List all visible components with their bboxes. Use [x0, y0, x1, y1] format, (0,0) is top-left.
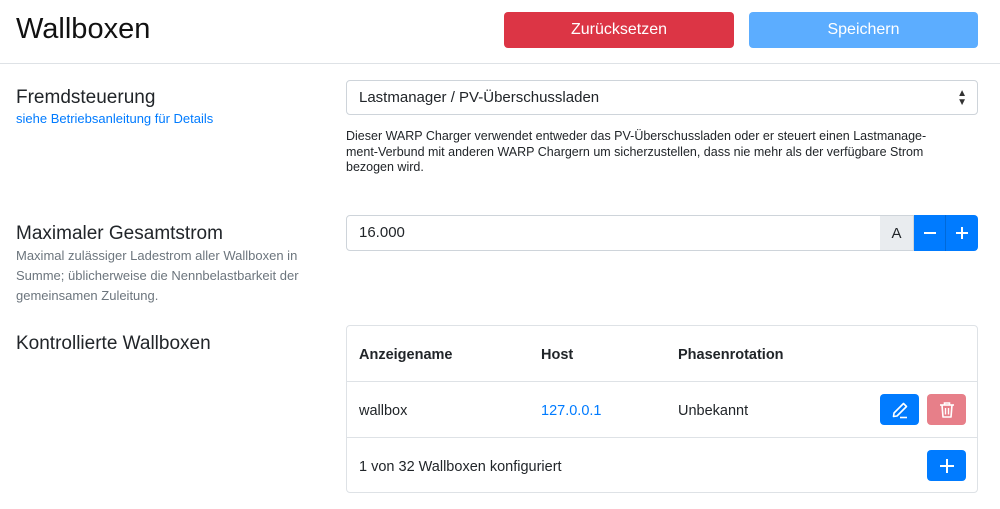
- reset-button[interactable]: Zurücksetzen: [504, 12, 734, 48]
- column-header-host: Host: [541, 347, 574, 363]
- edit-button[interactable]: [880, 394, 919, 425]
- add-wallbox-button[interactable]: [927, 450, 966, 481]
- help-line: gemeinsamen Zuleitung.: [16, 288, 159, 303]
- description-line: bezogen wird.: [346, 160, 424, 174]
- delete-button[interactable]: [927, 394, 966, 425]
- select-arrows-icon: ▲ ▼: [957, 88, 967, 108]
- gesamtstrom-input[interactable]: 16.000: [346, 215, 881, 251]
- fremdsteuerung-description: Dieser WARP Charger verwendet entweder d…: [346, 129, 978, 176]
- fremdsteuerung-label: Fremdsteuerung: [16, 87, 156, 108]
- wallbox-rotation: Unbekannt: [678, 403, 749, 419]
- gesamtstrom-label: Maximaler Gesamtstrom: [16, 223, 223, 244]
- description-line: Dieser WARP Charger verwendet entweder d…: [346, 129, 927, 143]
- help-line: Summe; üblicherweise die Nennbelastbarke…: [16, 268, 299, 283]
- wallbox-host-link[interactable]: 127.0.0.1: [541, 403, 601, 419]
- column-header-name: Anzeigename: [359, 347, 453, 363]
- description-line: ment-Verbund mit anderen WARP Chargern u…: [346, 144, 924, 159]
- increment-button[interactable]: [946, 215, 978, 251]
- save-button[interactable]: Speichern: [749, 12, 978, 48]
- table-divider: [347, 437, 977, 438]
- pencil-icon: [892, 402, 907, 418]
- fremdsteuerung-select[interactable]: Lastmanager / PV-Überschussladen ▲ ▼: [346, 80, 978, 115]
- gesamtstrom-help: Maximal zulässiger Ladestrom aller Wallb…: [16, 246, 316, 306]
- wallboxen-table: Anzeigename Host Phasenrotation wallbox …: [346, 325, 978, 493]
- plus-icon: [939, 458, 954, 473]
- plus-icon: [956, 227, 968, 239]
- column-header-rotation: Phasenrotation: [678, 347, 784, 363]
- table-divider: [347, 381, 977, 382]
- manual-link[interactable]: siehe Betriebsanleitung für Details: [16, 111, 213, 126]
- trash-icon: [939, 401, 954, 418]
- unit-label: A: [880, 215, 914, 251]
- wallboxen-label: Kontrollierte Wallboxen: [16, 333, 211, 354]
- minus-icon: [923, 232, 936, 234]
- decrement-button[interactable]: [914, 215, 946, 251]
- help-line: Maximal zulässiger Ladestrom aller Wallb…: [16, 248, 298, 263]
- fremdsteuerung-selected-value: Lastmanager / PV-Überschussladen: [359, 89, 600, 106]
- page-title: Wallboxen: [16, 13, 151, 45]
- page-header: Wallboxen Zurücksetzen Speichern: [0, 0, 1000, 64]
- wallbox-name: wallbox: [359, 403, 408, 419]
- wallbox-count: 1 von 32 Wallboxen konfiguriert: [359, 459, 562, 475]
